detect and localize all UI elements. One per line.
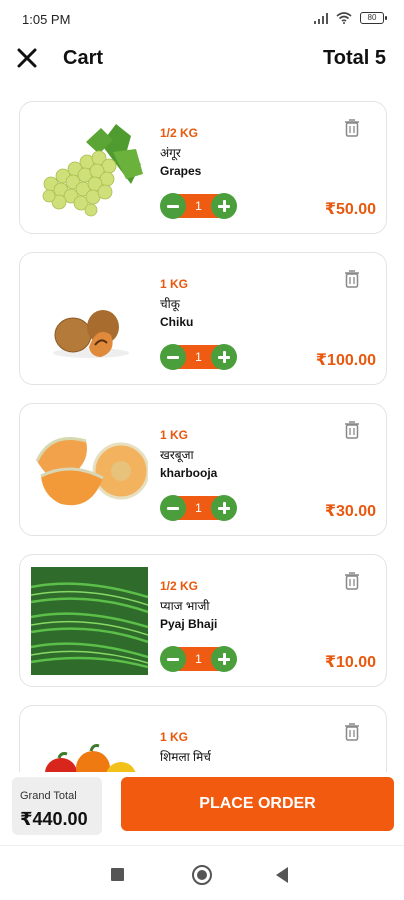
cart-item[interactable]: 1 KG शिमला मिर्च (19, 705, 387, 772)
green-onion-image (31, 567, 148, 675)
quantity-stepper: 1 (160, 646, 237, 672)
checkout-bar: Grand Total ₹440.00 PLACE ORDER (0, 772, 404, 842)
decrease-quantity-button[interactable] (160, 193, 186, 219)
back-icon[interactable] (276, 867, 288, 883)
item-weight: 1 KG (160, 277, 189, 291)
item-weight: 1 KG (160, 428, 189, 442)
close-icon[interactable] (14, 45, 40, 71)
quantity-value: 1 (195, 501, 202, 515)
increase-quantity-button[interactable] (211, 344, 237, 370)
quantity-value: 1 (195, 652, 202, 666)
increase-quantity-button[interactable] (211, 193, 237, 219)
item-weight: 1/2 KG (160, 579, 199, 593)
status-bar: 1:05 PM 80 (0, 0, 404, 40)
place-order-button[interactable]: PLACE ORDER (121, 777, 394, 831)
status-time: 1:05 PM (22, 12, 71, 27)
item-price: ₹50.00 (324, 201, 376, 218)
cart-total-count: Total 5 (323, 47, 386, 69)
status-icons: 80 (314, 12, 387, 24)
grand-total-label: Grand Total (20, 790, 77, 802)
item-weight: 1 KG (160, 730, 189, 744)
delete-icon[interactable] (343, 571, 361, 591)
item-price: ₹10.00 (324, 654, 376, 671)
quantity-stepper: 1 (160, 193, 237, 219)
delete-icon[interactable] (343, 722, 361, 742)
item-name-hindi: शिमला मिर्च (160, 750, 211, 764)
item-name: kharbooja (160, 466, 218, 480)
grapes-image (42, 124, 143, 217)
chiku-image (53, 310, 129, 358)
quantity-stepper: 1 (160, 495, 237, 521)
battery-level: 80 (367, 13, 377, 22)
capsicum-image (45, 744, 136, 772)
signal-icon (314, 12, 328, 24)
item-price: ₹30.00 (324, 503, 376, 520)
item-name: Grapes (160, 164, 202, 178)
cart-item[interactable]: 1 KG चीकू Chiku 1 ₹100.00 (19, 252, 387, 385)
decrease-quantity-button[interactable] (160, 646, 186, 672)
item-name: Pyaj Bhaji (160, 617, 218, 631)
delete-icon[interactable] (343, 420, 361, 440)
item-name-hindi: चीकू (160, 297, 180, 311)
wifi-icon (336, 12, 352, 24)
item-weight: 1/2 KG (160, 126, 199, 140)
quantity-value: 1 (195, 350, 202, 364)
item-name-hindi: खरबूजा (160, 448, 194, 462)
grand-total-value: ₹440.00 (20, 809, 88, 829)
item-price: ₹100.00 (315, 352, 376, 369)
cart-list[interactable]: 1/2 KG अंगूर Grapes 1 ₹50.00 1 KG चीकू C… (0, 100, 404, 772)
delete-icon[interactable] (343, 269, 361, 289)
item-name-hindi: अंगूर (160, 146, 181, 160)
melon-image (35, 437, 148, 506)
increase-quantity-button[interactable] (211, 495, 237, 521)
quantity-stepper: 1 (160, 344, 237, 370)
page-title: Cart (63, 47, 104, 69)
battery-icon: 80 (360, 12, 387, 24)
cart-item[interactable]: 1/2 KG अंगूर Grapes 1 ₹50.00 (19, 101, 387, 234)
item-name-hindi: प्याज भाजी (160, 599, 210, 613)
quantity-value: 1 (195, 199, 202, 213)
header: Cart Total 5 (0, 40, 404, 80)
home-icon[interactable] (192, 865, 212, 885)
item-name: Chiku (160, 315, 194, 329)
system-nav-bar (0, 845, 404, 900)
grand-total-box: Grand Total ₹440.00 (12, 777, 102, 835)
decrease-quantity-button[interactable] (160, 495, 186, 521)
delete-icon[interactable] (343, 118, 361, 138)
increase-quantity-button[interactable] (211, 646, 237, 672)
cart-item[interactable]: 1/2 KG प्याज भाजी Pyaj Bhaji 1 ₹10.00 (19, 554, 387, 687)
decrease-quantity-button[interactable] (160, 344, 186, 370)
recent-apps-icon[interactable] (111, 868, 124, 881)
cart-item[interactable]: 1 KG खरबूजा kharbooja 1 ₹30.00 (19, 403, 387, 536)
